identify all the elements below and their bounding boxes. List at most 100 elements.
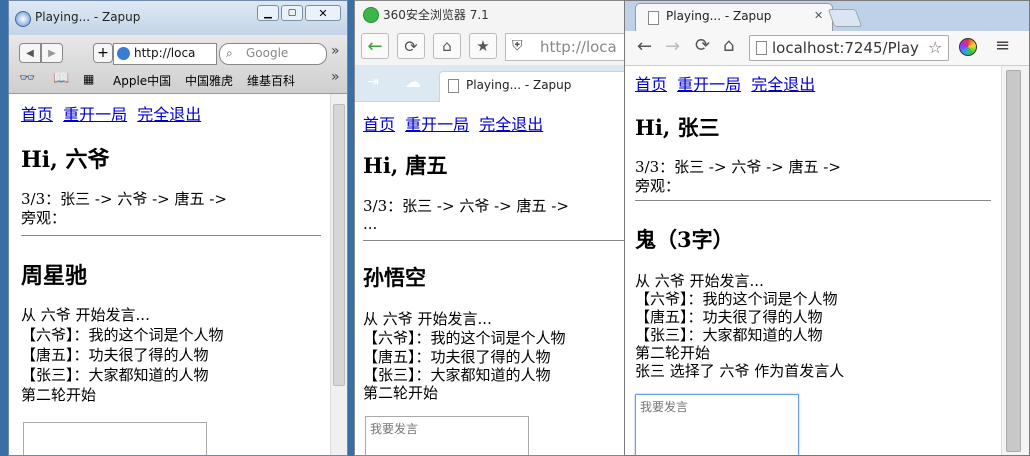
speak-input[interactable] <box>23 422 207 455</box>
browser-window-1: Playing... - Zapup ▁ ▢ ✕ ◀ ▶ + http://lo… <box>8 0 348 456</box>
minimize-button[interactable]: ▁ <box>257 5 279 21</box>
globe-icon <box>117 47 130 60</box>
back-arrow-icon[interactable]: ← <box>637 36 652 57</box>
bookmarks-book-icon[interactable]: 📖 <box>53 71 69 86</box>
star-icon[interactable]: ★ <box>469 33 497 59</box>
bookmark-item[interactable]: 维基百科 <box>247 72 295 89</box>
address-bar[interactable]: ⛨ http://loca <box>505 33 629 61</box>
window-title: Playing... - Zapup <box>35 10 141 24</box>
player-order: 3/3：张三 -> 六爷 -> 唐五 -> <box>363 197 569 215</box>
vertical-scrollbar[interactable] <box>330 94 347 455</box>
secret-word-heading: 鬼（3字） <box>635 227 734 252</box>
top-sites-grid-icon[interactable]: ▦ <box>83 72 94 86</box>
close-button[interactable]: ✕ <box>305 5 341 21</box>
overflow-chevron-icon[interactable]: » <box>331 69 340 85</box>
log-line: 【六爷】：我的这个词是个人物 <box>21 326 224 344</box>
page-info-icon <box>756 41 767 55</box>
player-order: 3/3：张三 -> 六爷 -> 唐五 -> <box>635 158 841 176</box>
scrollbar-thumb[interactable] <box>1006 70 1021 452</box>
bookmark-item[interactable]: 中国雅虎 <box>185 72 233 89</box>
nav-links: 首页 重开一局 完全退出 <box>635 71 820 95</box>
sidebar-toggle-icon[interactable]: ⇥ <box>367 74 379 90</box>
title-bar: Playing... - Zapup ▁ ▢ ✕ <box>9 1 347 35</box>
star-icon[interactable]: ☆ <box>928 38 943 57</box>
log-line: 【六爷】：我的这个词是个人物 <box>363 329 566 347</box>
toolbar: ← → ⟳ ⌂ localhost:7245/Play ☆ ≡ <box>625 31 1029 66</box>
back-arrow-icon[interactable]: ← <box>361 33 389 59</box>
tab-title: Playing... - Zapup <box>666 9 772 23</box>
cloud-icon[interactable]: ☁ <box>405 72 421 91</box>
url-text: http://loca <box>134 46 196 60</box>
page-content: 首页 重开一局 完全退出 Hi, 唐五 3/3：张三 -> 六爷 -> 唐五 -… <box>355 102 629 455</box>
page-icon <box>448 79 459 93</box>
exit-link[interactable]: 完全退出 <box>751 75 815 94</box>
safari-icon <box>15 11 31 27</box>
page-icon <box>648 11 659 25</box>
log-line: 从 六爷 开始发言... <box>21 306 150 324</box>
tab-strip: Playing... - Zapup ✕ <box>625 1 1029 32</box>
search-field[interactable]: ⌕ Google <box>219 43 327 65</box>
secret-word-heading: 周星驰 <box>21 263 88 289</box>
scrollbar-thumb[interactable] <box>333 104 345 386</box>
tab-title: Playing... - Zapup <box>466 78 572 92</box>
overflow-chevron-icon[interactable]: » <box>331 43 340 59</box>
new-tab-button[interactable] <box>827 9 863 27</box>
home-link[interactable]: 首页 <box>363 115 395 134</box>
tab-active[interactable]: Playing... - Zapup <box>439 71 629 102</box>
omnibox[interactable]: localhost:7245/Play ☆ <box>749 35 949 61</box>
page-content: 首页 重开一局 完全退出 Hi, 六爷 3/3：张三 -> 六爷 -> 唐五 -… <box>9 94 331 455</box>
secret-word-heading: 孙悟空 <box>363 265 426 290</box>
forward-arrow-icon[interactable]: → <box>665 36 680 57</box>
menu-icon[interactable]: ≡ <box>995 35 1010 56</box>
greeting-heading: Hi, 唐五 <box>363 153 448 178</box>
tab-active[interactable]: Playing... - Zapup ✕ <box>635 3 833 32</box>
log-line: 第二轮开始 <box>21 386 97 404</box>
log-line: 【张三】：大家都知道的人物 <box>21 366 209 384</box>
divider <box>21 235 321 236</box>
player-order: 3/3：张三 -> 六爷 -> 唐五 -> <box>21 190 227 208</box>
home-icon[interactable]: ⌂ <box>723 35 734 56</box>
speak-input[interactable] <box>365 416 529 455</box>
vertical-scrollbar[interactable] <box>1001 66 1029 455</box>
shield-icon: ⛨ <box>512 38 523 54</box>
exit-link[interactable]: 完全退出 <box>479 115 543 134</box>
app-title: 360安全浏览器 7.1 <box>383 8 489 22</box>
reading-list-icon[interactable]: 👓 <box>19 71 35 86</box>
tab-strip: ⇥ ☁ Playing... - Zapup <box>355 65 629 102</box>
toolbar: ← ⟳ ⌂ ★ ⛨ http://loca <box>355 29 629 65</box>
divider <box>363 240 629 241</box>
extension-color-icon[interactable] <box>959 38 977 56</box>
observers: 旁观： <box>635 177 681 195</box>
exit-link[interactable]: 完全退出 <box>137 105 201 124</box>
title-bar: 360安全浏览器 7.1 <box>355 1 629 29</box>
page-content: 首页 重开一局 完全退出 Hi, 张三 3/3：张三 -> 六爷 -> 唐五 -… <box>625 66 1002 455</box>
maximize-button[interactable]: ▢ <box>281 5 303 21</box>
close-tab-icon[interactable]: ✕ <box>814 9 823 22</box>
restart-link[interactable]: 重开一局 <box>405 115 469 134</box>
browser-window-2: 360安全浏览器 7.1 ← ⟳ ⌂ ★ ⛨ http://loca ⇥ ☁ P… <box>354 0 630 456</box>
observers: ... <box>363 215 378 233</box>
restart-link[interactable]: 重开一局 <box>63 105 127 124</box>
refresh-icon[interactable]: ⟳ <box>397 33 425 59</box>
url-text: localhost:7245/Play <box>772 39 919 57</box>
url-text: http://loca <box>540 38 617 56</box>
bookmark-item[interactable]: Apple中国 <box>113 72 171 89</box>
greeting-heading: Hi, 六爷 <box>21 147 110 173</box>
home-link[interactable]: 首页 <box>635 75 667 94</box>
observers: 旁观： <box>21 209 67 227</box>
add-bookmark-button[interactable]: + <box>93 43 113 63</box>
browser-window-3: Playing... - Zapup ✕ ← → ⟳ ⌂ localhost:7… <box>624 0 1030 456</box>
speak-input[interactable] <box>635 394 799 455</box>
browser-logo-icon <box>363 7 379 23</box>
divider <box>635 200 991 201</box>
restart-link[interactable]: 重开一局 <box>677 75 741 94</box>
reload-icon[interactable]: ⟳ <box>695 35 710 56</box>
address-bar[interactable]: http://loca <box>113 43 217 65</box>
log-line: 第二轮开始 <box>363 384 439 402</box>
home-link[interactable]: 首页 <box>21 105 53 124</box>
nav-links: 首页 重开一局 完全退出 <box>21 101 206 125</box>
forward-button[interactable]: ▶ <box>41 43 63 63</box>
search-placeholder: Google <box>246 46 289 60</box>
back-button[interactable]: ◀ <box>19 43 41 63</box>
home-icon[interactable]: ⌂ <box>433 33 461 59</box>
